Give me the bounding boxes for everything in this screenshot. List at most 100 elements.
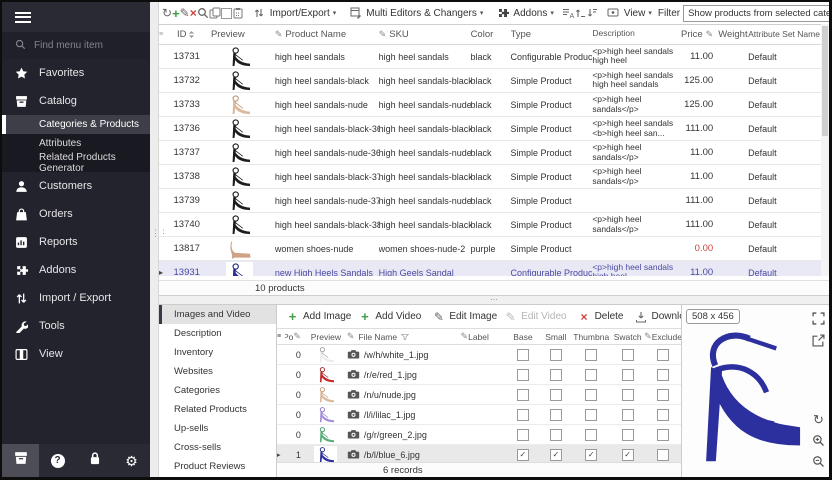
sidebar-item-import-export[interactable]: Import / Export — [2, 284, 150, 312]
checkbox[interactable]: ✓ — [517, 449, 529, 461]
column-header-base[interactable]: Base — [506, 332, 539, 342]
checkbox[interactable]: ✓ — [550, 449, 562, 461]
view-button[interactable]: View▾ — [602, 7, 656, 19]
sidebar-item-favorites[interactable]: Favorites — [2, 59, 150, 87]
addons-button[interactable]: Addons▾ — [491, 7, 557, 19]
panel-splitter-vertical[interactable]: ⋮⋮ — [150, 2, 159, 477]
column-header-price[interactable]: Price✎ — [678, 29, 718, 40]
checkbox[interactable] — [657, 429, 669, 441]
sidebar-item-categories-products[interactable]: Categories & Products — [2, 115, 150, 134]
zoom-in-icon[interactable] — [811, 433, 826, 448]
checkbox[interactable] — [550, 389, 562, 401]
column-header-position[interactable]: Po✎ — [285, 331, 305, 342]
edit-product-icon[interactable]: ✎ — [180, 6, 190, 20]
refresh-icon[interactable]: ↻ — [162, 6, 172, 20]
tab-product-reviews[interactable]: Product Reviews — [159, 457, 276, 476]
sidebar-item-view[interactable]: View — [2, 340, 150, 368]
store-button[interactable] — [2, 444, 39, 477]
image-row[interactable]: 0/g/r/green_2.jpg — [277, 425, 681, 445]
sidebar-search[interactable]: Find menu item — [2, 32, 150, 59]
checkbox[interactable] — [585, 389, 597, 401]
column-header-preview[interactable]: Preview — [305, 332, 347, 342]
column-header-color[interactable]: Color — [471, 29, 511, 40]
checkbox[interactable] — [622, 429, 634, 441]
checkbox[interactable] — [657, 369, 669, 381]
checkbox[interactable] — [550, 349, 562, 361]
column-header-thumbnail[interactable]: Thumbna — [572, 332, 610, 342]
product-row[interactable]: 13738high heel sandals-black-37high heel… — [159, 165, 821, 189]
checkbox[interactable] — [585, 429, 597, 441]
filter-select[interactable]: Show products from selected categories▾ — [683, 5, 829, 22]
fullscreen-icon[interactable] — [811, 311, 826, 326]
scrollbar-thumb[interactable] — [822, 26, 828, 136]
column-filter-icon[interactable] — [401, 333, 409, 341]
tab-categories[interactable]: Categories — [159, 381, 276, 400]
sidebar-item-related-products-generator[interactable]: Related Products Generator — [2, 153, 150, 172]
column-header-small[interactable]: Small — [539, 332, 572, 342]
checkbox[interactable] — [622, 369, 634, 381]
column-header-description[interactable]: Description — [592, 29, 678, 39]
tab-description[interactable]: Description — [159, 324, 276, 343]
lock-button[interactable] — [76, 444, 113, 477]
panel-splitter-horizontal[interactable]: ⋯ — [159, 296, 829, 305]
checkbox[interactable] — [550, 369, 562, 381]
tab-websites[interactable]: Websites — [159, 362, 276, 381]
open-external-icon[interactable] — [811, 333, 826, 348]
column-header-exclude[interactable]: ✎Exclude — [645, 331, 681, 342]
column-header-swatch[interactable]: Swatch — [610, 332, 645, 342]
product-row[interactable]: 13737high heel sandals-nude-36high heel … — [159, 141, 821, 165]
checkbox[interactable] — [517, 409, 529, 421]
sidebar-item-orders[interactable]: Orders — [2, 200, 150, 228]
checkbox[interactable] — [657, 449, 669, 461]
checkbox[interactable] — [585, 409, 597, 421]
image-row[interactable]: 0/l/i/lilac_1.jpg — [277, 405, 681, 425]
checkbox[interactable] — [550, 429, 562, 441]
image-row[interactable]: 0/n/u/nude.jpg — [277, 385, 681, 405]
sidebar-item-attributes[interactable]: Attributes — [2, 134, 150, 153]
sidebar-item-catalog[interactable]: Catalog — [2, 87, 150, 115]
product-row[interactable]: 13733high heel sandals-nudehigh heel san… — [159, 93, 821, 117]
sidebar-item-reports[interactable]: Reports — [2, 228, 150, 256]
checkbox[interactable] — [517, 369, 529, 381]
checkbox[interactable] — [657, 409, 669, 421]
checkbox[interactable] — [517, 389, 529, 401]
add-video-button[interactable]: +Add Video — [354, 309, 424, 324]
multi-editors-button[interactable]: Multi Editors & Changers▾ — [344, 7, 487, 19]
sidebar-item-addons[interactable]: Addons — [2, 256, 150, 284]
download-image-button[interactable]: Download Image — [630, 311, 681, 323]
tab-up-sells[interactable]: Up-sells — [159, 419, 276, 438]
sidebar-item-customers[interactable]: Customers — [2, 172, 150, 200]
checkbox[interactable] — [517, 429, 529, 441]
settings-button[interactable]: ⚙ — [113, 444, 150, 477]
tab-cross-sells[interactable]: Cross-sells — [159, 438, 276, 457]
checkbox[interactable] — [657, 389, 669, 401]
edit-image-button[interactable]: ✎Edit Image — [428, 310, 500, 324]
column-header-id[interactable]: ID — [169, 29, 205, 40]
tab-related-products[interactable]: Related Products — [159, 400, 276, 419]
delete-image-button[interactable]: ×Delete — [574, 310, 627, 324]
column-header-sku[interactable]: ✎SKU — [379, 29, 471, 40]
product-row[interactable]: 13817women shoes-nudewomen shoes-nude-2p… — [159, 237, 821, 261]
image-row[interactable]: 0/w/h/white_1.jpg — [277, 345, 681, 365]
image-row[interactable]: 0/r/e/red_1.jpg — [277, 365, 681, 385]
paste-special-icon[interactable] — [232, 7, 244, 19]
help-button[interactable]: ? — [39, 444, 76, 477]
select-checkbox-icon[interactable] — [221, 8, 232, 19]
checkbox[interactable] — [585, 349, 597, 361]
checkbox[interactable] — [622, 409, 634, 421]
import-export-button[interactable]: Import/Export▾ — [248, 7, 341, 19]
checkbox[interactable] — [550, 409, 562, 421]
product-row[interactable]: 13731high heel sandalshigh heel sandalsb… — [159, 45, 821, 69]
tab-images-and-video[interactable]: Images and Video — [159, 305, 276, 324]
search-icon[interactable] — [197, 7, 209, 19]
add-image-button[interactable]: +Add Image — [282, 309, 354, 324]
rotate-icon[interactable]: ↻ — [811, 412, 826, 427]
column-header-preview[interactable]: Preview — [205, 29, 275, 40]
hamburger-menu-button[interactable] — [2, 2, 150, 32]
expand-all-icon[interactable] — [574, 7, 586, 19]
column-header-attribute-set[interactable]: Attribute Set Name — [748, 29, 821, 39]
checkbox[interactable] — [517, 349, 529, 361]
checkbox[interactable]: ✓ — [622, 449, 634, 461]
checkbox[interactable] — [585, 369, 597, 381]
collapse-all-icon[interactable] — [586, 7, 598, 19]
